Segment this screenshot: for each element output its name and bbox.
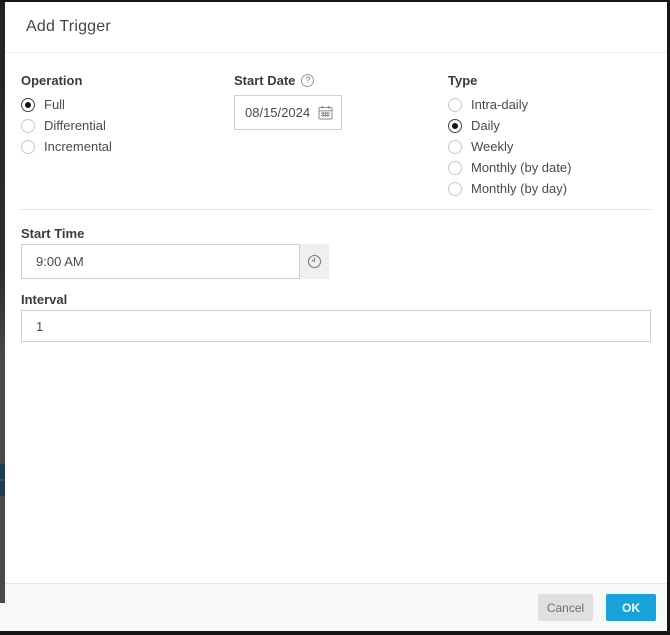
radio-option-label: Full (44, 97, 65, 112)
radio-icon (21, 98, 35, 112)
start-date-input[interactable] (245, 105, 317, 120)
radio-icon (448, 161, 462, 175)
clock-icon[interactable] (300, 244, 329, 279)
start-time-field (21, 244, 329, 279)
radio-option-intra-daily[interactable]: Intra-daily (448, 94, 651, 115)
radio-option-weekly[interactable]: Weekly (448, 136, 651, 157)
radio-option-daily[interactable]: Daily (448, 115, 651, 136)
section-divider (20, 209, 652, 210)
type-section: Type Intra-daily Daily Weekly (448, 73, 651, 199)
radio-option-monthly-by-day[interactable]: Monthly (by day) (448, 178, 651, 199)
calendar-icon[interactable] (318, 105, 333, 120)
radio-option-full[interactable]: Full (21, 94, 234, 115)
screen: Add Trigger Operation Full Differential (0, 0, 670, 635)
interval-input[interactable] (21, 310, 651, 342)
radio-option-label: Monthly (by day) (471, 181, 567, 196)
window-border-bottom (0, 631, 670, 635)
question-circle-icon[interactable] (301, 74, 314, 87)
window-border-top (0, 0, 670, 2)
start-date-section: Start Date (234, 73, 448, 130)
radio-icon (448, 119, 462, 133)
radio-option-label: Intra-daily (471, 97, 528, 112)
cancel-button[interactable]: Cancel (538, 594, 593, 621)
radio-option-label: Daily (471, 118, 500, 133)
radio-option-incremental[interactable]: Incremental (21, 136, 234, 157)
radio-option-label: Monthly (by date) (471, 160, 571, 175)
radio-icon (21, 119, 35, 133)
start-date-field (234, 95, 342, 130)
start-time-input[interactable] (21, 244, 300, 279)
radio-option-label: Incremental (44, 139, 112, 154)
type-label: Type (448, 73, 651, 88)
radio-icon (448, 98, 462, 112)
ok-button[interactable]: OK (606, 594, 656, 621)
radio-option-label: Weekly (471, 139, 513, 154)
top-columns: Operation Full Differential Increment (21, 73, 651, 199)
dialog-title: Add Trigger (26, 18, 111, 36)
type-radio-group: Intra-daily Daily Weekly Monthly (b (448, 94, 651, 199)
start-date-label-row: Start Date (234, 73, 448, 88)
dialog-header: Add Trigger (5, 2, 667, 53)
operation-label: Operation (21, 73, 234, 88)
radio-option-label: Differential (44, 118, 106, 133)
dialog-footer: Cancel OK (5, 583, 667, 631)
radio-icon (448, 140, 462, 154)
add-trigger-dialog: Add Trigger Operation Full Differential (5, 2, 667, 631)
interval-label: Interval (21, 292, 651, 307)
radio-option-monthly-by-date[interactable]: Monthly (by date) (448, 157, 651, 178)
radio-option-differential[interactable]: Differential (21, 115, 234, 136)
dialog-empty-space (5, 342, 667, 583)
operation-section: Operation Full Differential Increment (21, 73, 234, 157)
operation-radio-group: Full Differential Incremental (21, 94, 234, 157)
dialog-body: Operation Full Differential Increment (5, 53, 667, 342)
start-date-label: Start Date (234, 73, 295, 88)
start-time-label: Start Time (21, 226, 651, 241)
radio-icon (448, 182, 462, 196)
radio-icon (21, 140, 35, 154)
